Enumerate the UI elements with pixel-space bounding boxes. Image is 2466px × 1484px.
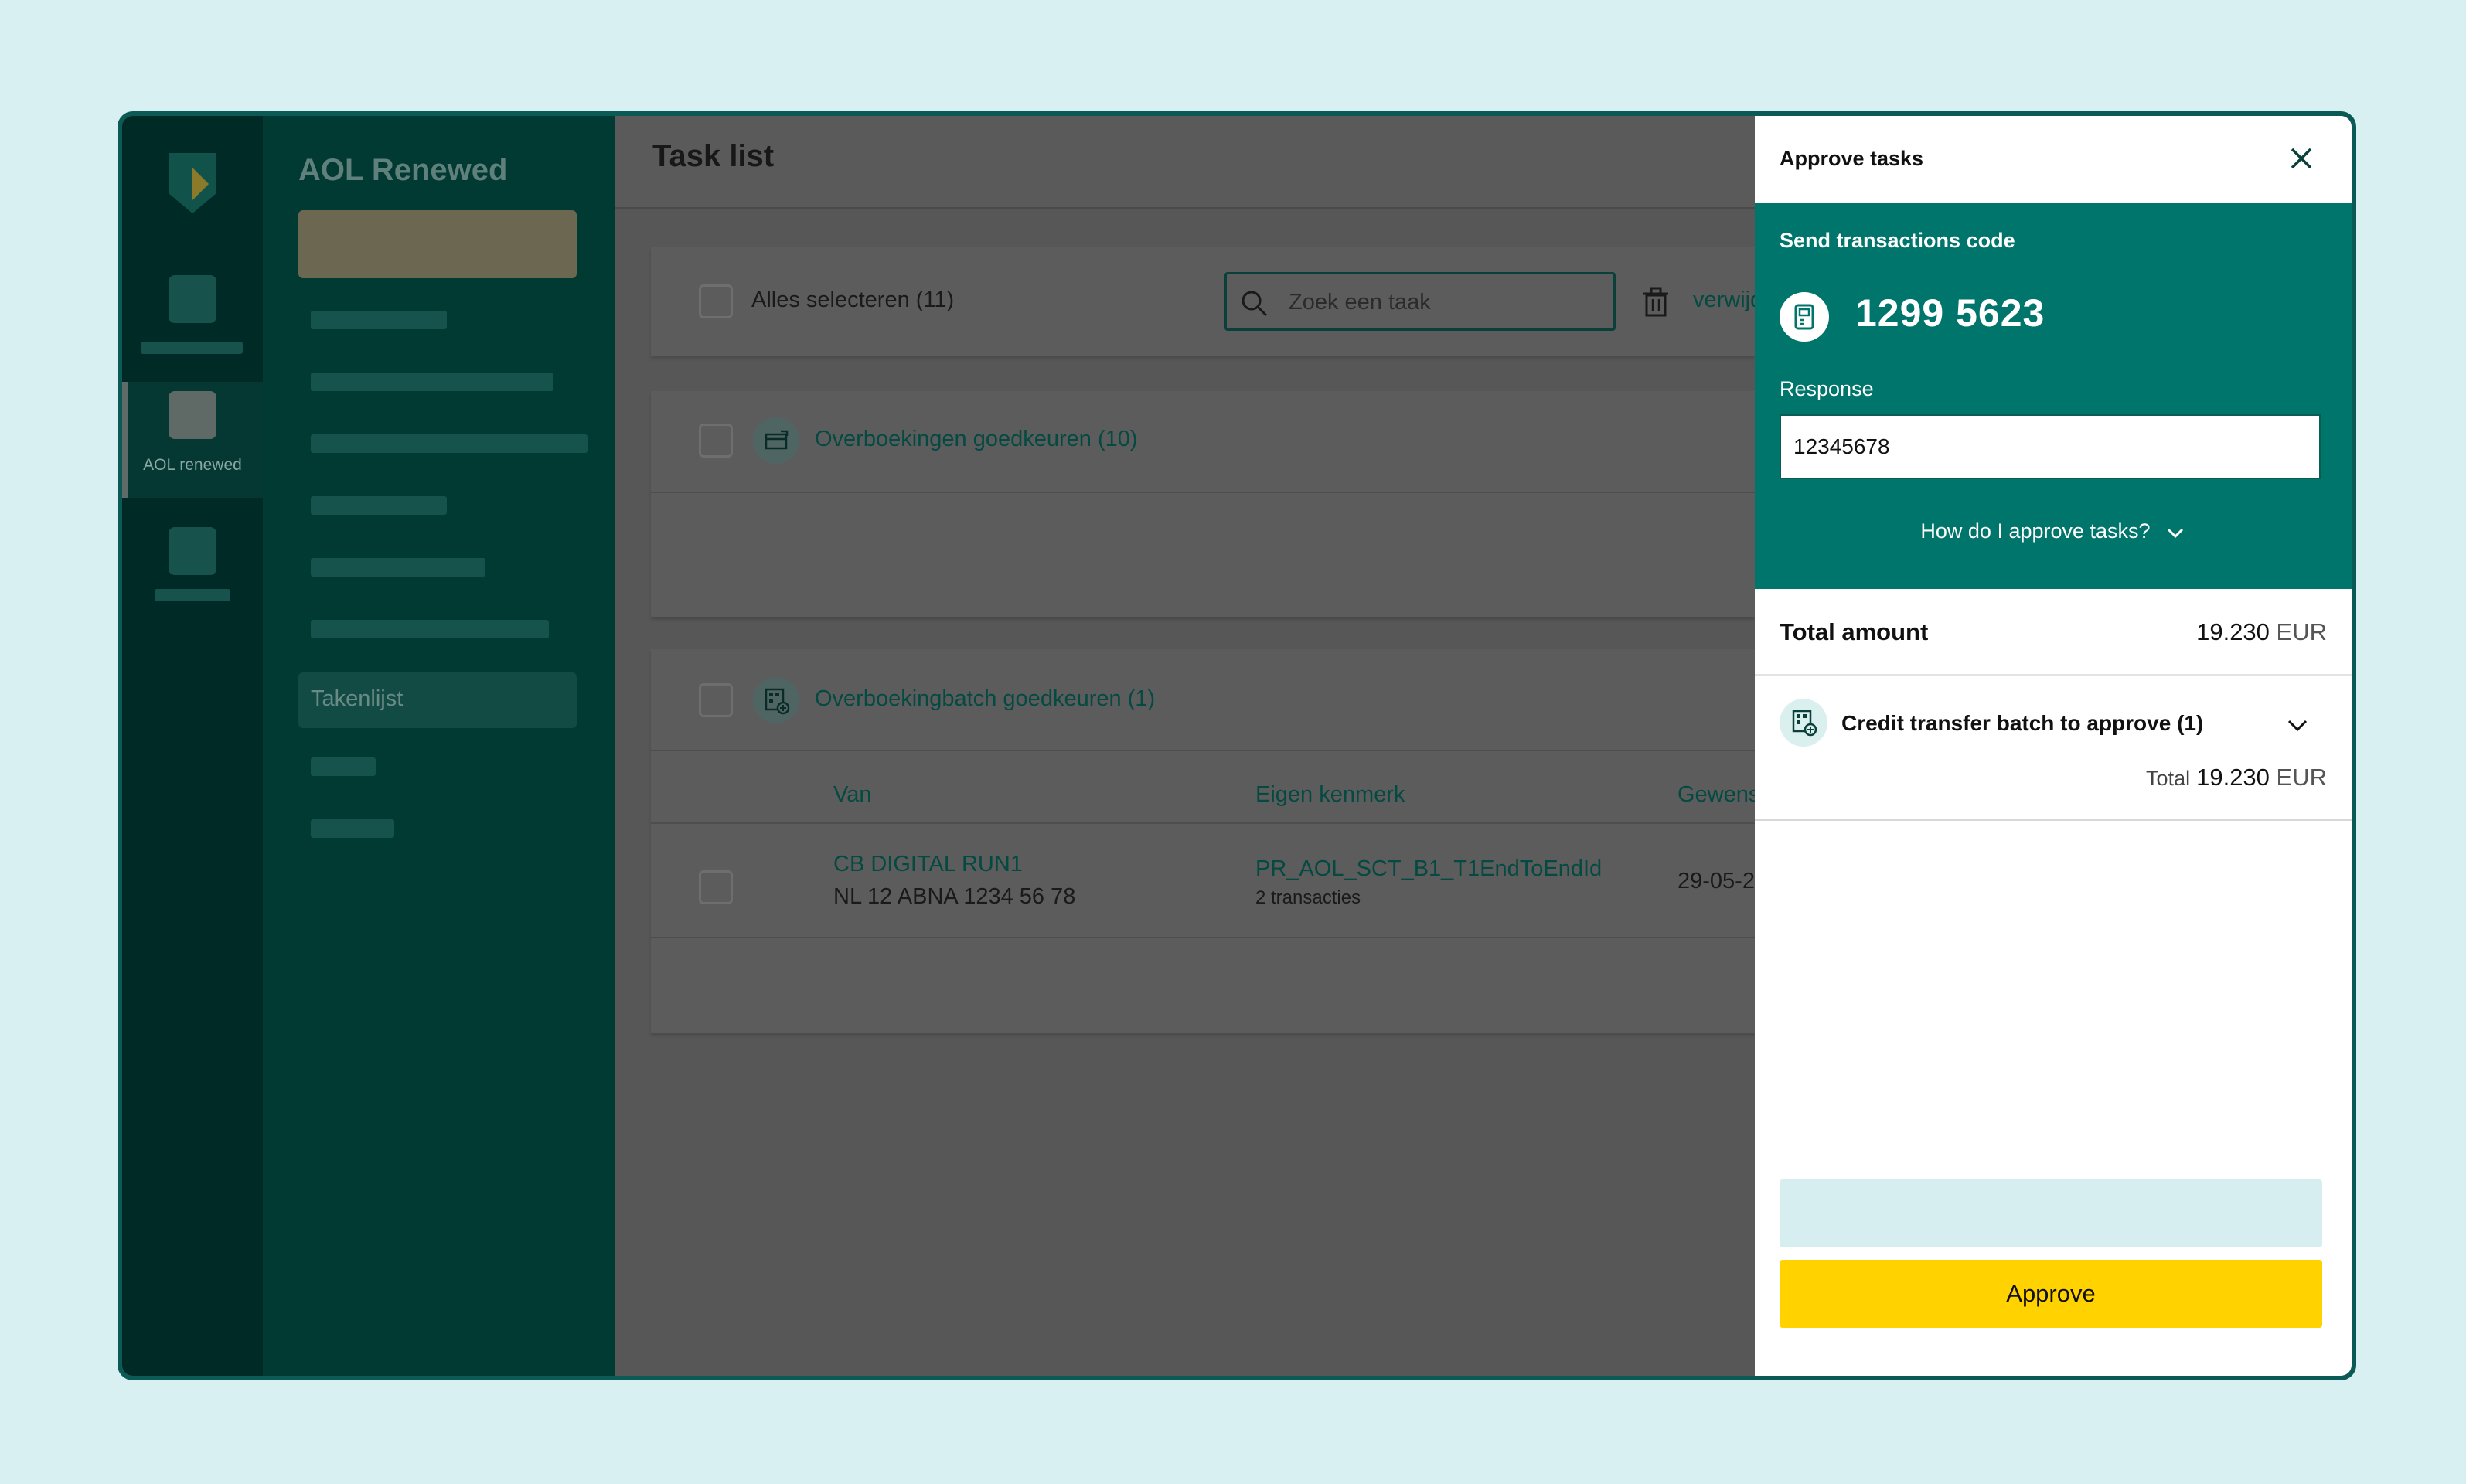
search-input[interactable] [1289,287,1598,318]
task-group-batch: Overboekingbatch goedkeuren (1) Van Eige… [651,649,1755,1033]
transaction-code: 1299 5623 [1855,291,2045,335]
approve-panel: Approve tasks Send transactions code 129… [1755,116,2352,1376]
batch-icon [1780,699,1827,747]
total-amount-row: Total amount 19.230 EUR [1755,589,2352,676]
select-all-checkbox[interactable] [699,284,733,318]
main-content: Task list Alles selecteren (11) verwijde… [615,116,1755,1376]
response-label: Response [1780,377,1874,400]
sidebar-item[interactable] [311,311,447,329]
logo-icon [169,153,216,213]
sidebar-item[interactable] [311,620,549,638]
code-section: Send transactions code 1299 5623 Respons… [1755,203,2352,589]
response-input[interactable] [1780,414,2321,479]
batch-icon [753,677,799,723]
group-checkbox[interactable] [699,683,733,717]
search-box[interactable] [1224,272,1616,331]
column-header-from: Van [833,782,872,807]
rail-item-1[interactable] [122,271,263,356]
task-group-transfers: Overboekingen goedkeuren (10) [651,391,1755,617]
search-icon [1242,291,1268,317]
code-device-icon [1780,292,1829,342]
row-reference-sub: 2 transacties [1255,887,1361,908]
column-header-reference: Eigen kenmerk [1255,782,1405,807]
batch-total: Total 19.230 EUR [2146,764,2327,791]
row-checkbox[interactable] [699,870,733,904]
batch-summary: Credit transfer batch to approve (1) Tot… [1755,676,2352,821]
total-amount-value: 19.230 EUR [2196,618,2327,645]
select-all-label: Alles selecteren (11) [751,288,955,312]
trash-icon[interactable] [1640,286,1671,317]
sidebar-title: AOL Renewed [298,153,508,187]
nav-rail: AOL renewed [122,116,263,1376]
group-title[interactable]: Overboekingen goedkeuren (10) [815,427,1138,452]
total-amount-label: Total amount [1780,618,1929,645]
close-icon[interactable] [2288,145,2314,172]
sidebar-item-label: Takenlijst [311,686,404,711]
sidebar-item-takenlijst[interactable]: Takenlijst [298,672,577,728]
rail-item-label: AOL renewed [143,456,242,474]
sidebar-item[interactable] [311,819,394,838]
rail-item-aol-renewed[interactable]: AOL renewed [122,382,263,498]
column-header-date: Gewenste datum [1677,782,1755,807]
chevron-down-icon [2167,528,2183,538]
app-window: AOL renewed AOL Renewed Takenlijst Task … [118,111,2356,1380]
row-from-name[interactable]: CB DIGITAL RUN1 [833,852,1023,877]
rail-item-3[interactable] [122,522,263,608]
howto-label: How do I approve tasks? [1920,519,2151,543]
page-title: Task list [652,139,775,173]
approve-button[interactable]: Approve [1780,1260,2322,1328]
group-checkbox[interactable] [699,424,733,458]
code-heading: Send transactions code [1780,229,2015,252]
sidebar: AOL Renewed Takenlijst [263,116,615,1376]
sidebar-item[interactable] [311,558,485,577]
sidebar-item[interactable] [311,434,588,453]
secondary-button[interactable] [1780,1179,2322,1247]
sidebar-item[interactable] [311,757,376,776]
row-date: 29-05-2024 [1677,869,1755,893]
toolbar-card: Alles selecteren (11) verwijderen [651,247,1755,356]
howto-toggle[interactable]: How do I approve tasks? [1755,519,2352,543]
row-reference[interactable]: PR_AOL_SCT_B1_T1EndToEndId [1255,856,1602,882]
group-title[interactable]: Overboekingbatch goedkeuren (1) [815,686,1155,712]
panel-title: Approve tasks [1780,147,1924,170]
delete-link[interactable]: verwijderen [1693,288,1755,313]
panel-header: Approve tasks [1755,116,2352,203]
row-from-account: NL 12 ABNA 1234 56 78 [833,884,1076,909]
currency: EUR [2276,618,2327,645]
sidebar-item[interactable] [311,496,447,515]
main-header: Task list [615,116,1755,209]
chevron-down-icon[interactable] [2285,713,2310,737]
batch-title: Credit transfer batch to approve (1) [1841,711,2204,735]
transfer-icon [753,417,799,464]
sidebar-item[interactable] [311,373,553,391]
sidebar-primary-button[interactable] [298,210,577,278]
